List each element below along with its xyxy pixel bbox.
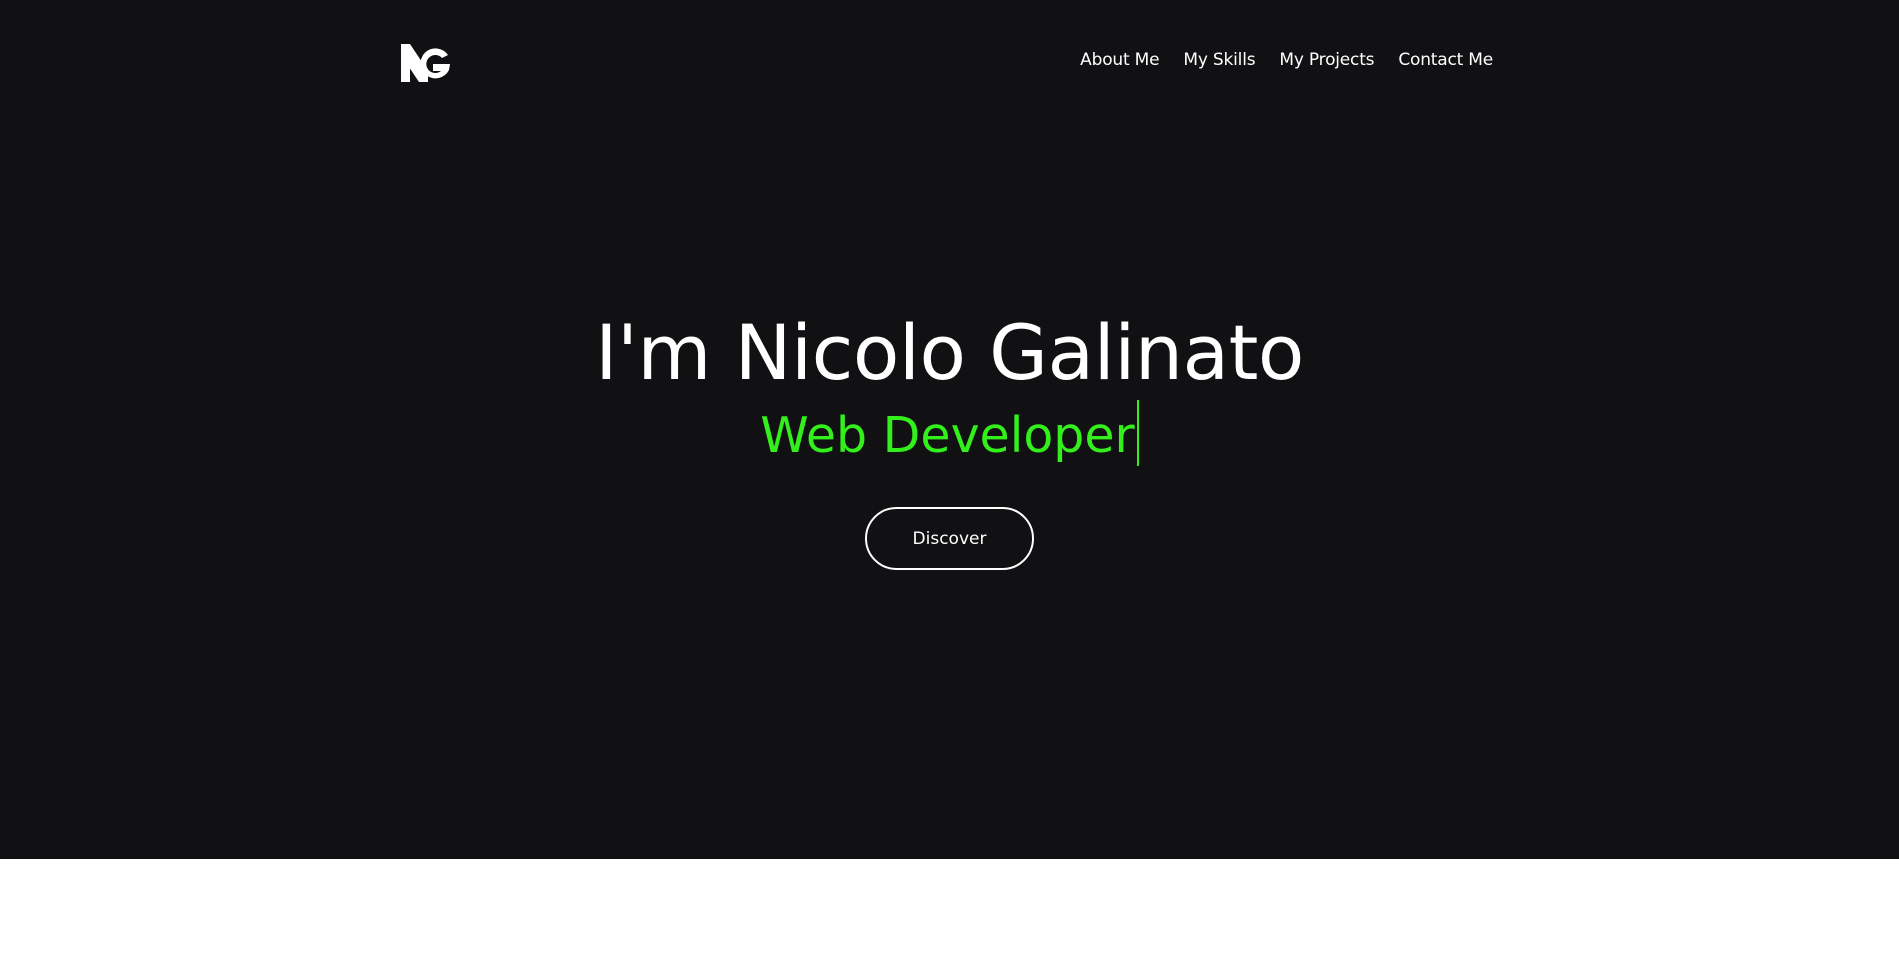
hero-section: About Me My Skills My Projects Contact M… xyxy=(0,0,1899,859)
nav-contact-me[interactable]: Contact Me xyxy=(1398,50,1493,70)
hero-title: I'm Nicolo Galinato xyxy=(595,308,1304,397)
hero-subtitle: Web Developer xyxy=(0,400,1899,471)
ng-logo[interactable] xyxy=(401,44,453,82)
nav-my-projects[interactable]: My Projects xyxy=(1279,50,1374,70)
discover-button[interactable]: Discover xyxy=(865,507,1034,570)
nav-my-skills[interactable]: My Skills xyxy=(1183,50,1255,70)
main-nav: About Me My Skills My Projects Contact M… xyxy=(1080,50,1493,70)
typing-caret xyxy=(1136,400,1139,466)
role-text: Web Developer xyxy=(760,407,1135,464)
nav-about-me[interactable]: About Me xyxy=(1080,50,1159,70)
